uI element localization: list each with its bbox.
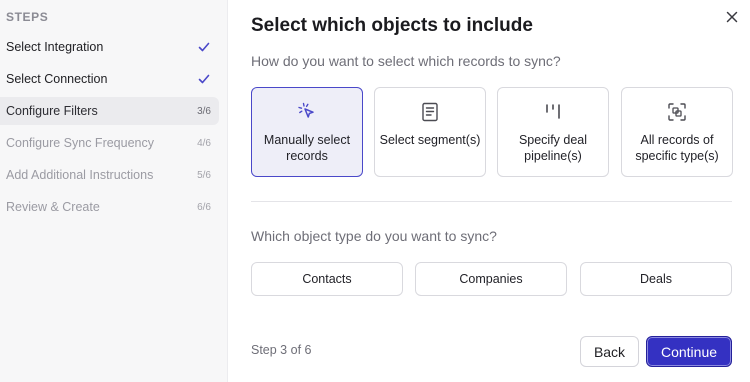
- step-configure-sync-frequency[interactable]: Configure Sync Frequency 4/6: [0, 129, 219, 157]
- steps-sidebar: STEPS Select Integration Select Connecti…: [0, 0, 228, 382]
- object-type-companies-button[interactable]: Companies: [415, 262, 567, 296]
- step-count: 6/6: [197, 201, 211, 213]
- step-configure-filters[interactable]: Configure Filters 3/6: [0, 97, 219, 125]
- step-label: Configure Filters: [6, 104, 98, 118]
- pipeline-columns-icon: [546, 104, 560, 119]
- option-label: All records of specific type(s): [635, 133, 719, 163]
- step-select-connection[interactable]: Select Connection: [0, 65, 219, 93]
- section-divider: [251, 201, 732, 202]
- step-count: 3/6: [197, 105, 211, 117]
- object-type-contacts-button[interactable]: Contacts: [251, 262, 403, 296]
- step-add-additional-instructions[interactable]: Add Additional Instructions 5/6: [0, 161, 219, 189]
- checkmark-icon: [198, 74, 210, 84]
- document-list-icon: [422, 102, 438, 122]
- step-count: 4/6: [197, 137, 211, 149]
- step-review-create[interactable]: Review & Create 6/6: [0, 193, 219, 221]
- step-label: Configure Sync Frequency: [6, 136, 154, 150]
- option-label: Manually select records: [263, 133, 351, 163]
- option-all-records-of-type[interactable]: All records of specific type(s): [621, 87, 733, 177]
- page-title: Select which objects to include: [251, 15, 533, 36]
- object-type-question: Which object type do you want to sync?: [251, 228, 497, 244]
- selection-method-question: How do you want to select which records …: [251, 53, 561, 69]
- cursor-click-icon: [298, 102, 314, 118]
- option-manually-select-records[interactable]: Manually select records: [251, 87, 363, 177]
- object-type-deals-button[interactable]: Deals: [580, 262, 732, 296]
- step-label: Select Integration: [6, 40, 104, 54]
- step-indicator: Step 3 of 6: [251, 343, 312, 357]
- step-count: 5/6: [197, 169, 211, 181]
- option-select-segments[interactable]: Select segment(s): [374, 87, 486, 177]
- option-specify-deal-pipelines[interactable]: Specify deal pipeline(s): [497, 87, 609, 177]
- option-label: Specify deal pipeline(s): [518, 133, 588, 163]
- step-label: Review & Create: [6, 200, 100, 214]
- back-button[interactable]: Back: [580, 336, 639, 367]
- steps-heading: STEPS: [6, 10, 49, 24]
- step-label: Select Connection: [6, 72, 108, 86]
- close-icon[interactable]: [724, 9, 740, 25]
- checkmark-icon: [198, 42, 210, 52]
- step-label: Add Additional Instructions: [6, 168, 154, 182]
- option-label: Select segment(s): [379, 133, 481, 147]
- step-select-integration[interactable]: Select Integration: [0, 33, 219, 61]
- scan-square-icon: [668, 103, 686, 121]
- continue-button[interactable]: Continue: [646, 336, 732, 367]
